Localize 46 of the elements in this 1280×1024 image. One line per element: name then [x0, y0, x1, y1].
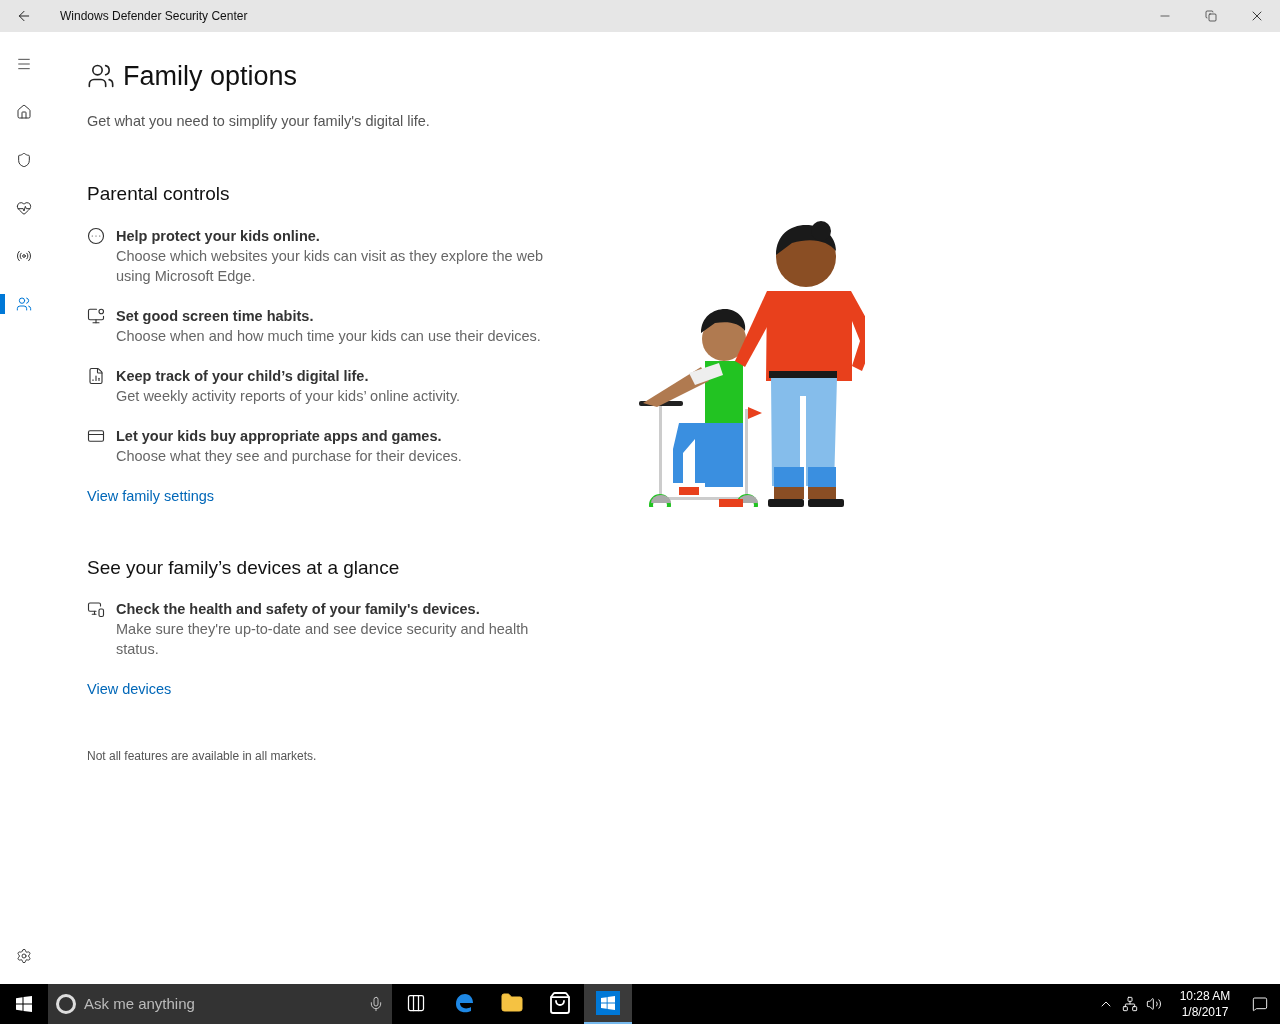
settings-icon[interactable]: [16, 948, 32, 964]
feature-description: Choose what they see and purchase for their devices.: [116, 446, 463, 466]
taskbar-app[interactable]: [584, 984, 632, 1024]
devices-icon: [87, 600, 105, 619]
feature-description: Get weekly activity reports of your kids’ online activity.: [116, 386, 462, 406]
shield-icon[interactable]: [16, 152, 32, 168]
page-title: Family options: [123, 60, 298, 93]
search-field[interactable]: Ask me anything: [84, 992, 360, 1016]
restore-icon[interactable]: [1205, 10, 1217, 22]
feature-title: Set good screen time habits.: [116, 306, 315, 326]
section-heading: See your family’s devices at a glance: [87, 555, 401, 580]
feature-title: Check the health and safety of your family's devices.: [116, 600, 481, 620]
feature-title: Help protect your kids online.: [116, 226, 321, 246]
menu-icon[interactable]: [16, 56, 32, 72]
volume-icon[interactable]: [1146, 996, 1162, 1012]
feature-title: Keep track of your child’s digital life.: [116, 366, 370, 386]
clock-date[interactable]: 1/8/2017: [1181, 1004, 1229, 1020]
folder-icon[interactable]: [500, 991, 524, 1015]
settings-link[interactable]: View devices: [87, 679, 172, 701]
report-icon: [87, 366, 105, 385]
store-icon[interactable]: [548, 991, 572, 1015]
footnote: Not all features are available in all markets.: [87, 748, 318, 766]
app-tile-icon[interactable]: [596, 991, 620, 1015]
feature-description: Choose which websites your kids can visit as they explore the web using Microsoft Edge.: [116, 246, 545, 286]
clock-time[interactable]: 10:28 AM: [1179, 988, 1231, 1004]
microphone-icon[interactable]: [368, 996, 384, 1012]
network-icon[interactable]: [1122, 996, 1138, 1012]
feature-title: Let your kids buy appropriate apps and games.: [116, 426, 443, 446]
start-button[interactable]: [16, 996, 32, 1012]
task-view-icon[interactable]: [406, 993, 426, 1013]
feature-description: Choose when and how much time your kids can use their devices.: [116, 326, 542, 346]
notifications-icon[interactable]: [1252, 996, 1268, 1012]
ellipsis-circle-icon: [87, 226, 105, 245]
screen-time-icon: [87, 306, 105, 325]
selection-indicator: [0, 294, 5, 314]
settings-link[interactable]: View family settings: [87, 485, 215, 508]
page-subtitle: Get what you need to simplify your family's digital life.: [87, 111, 431, 131]
family-icon[interactable]: [16, 296, 32, 312]
antenna-icon[interactable]: [16, 248, 32, 264]
home-icon[interactable]: [16, 104, 32, 120]
feature-description: Make sure they're up-to-date and see device security and health status.: [116, 620, 530, 660]
search-bar[interactable]: Ask me anything: [48, 984, 392, 1024]
back-arrow-icon[interactable]: [16, 8, 32, 24]
section-heading: Parental controls: [87, 182, 231, 207]
window-title: Windows Defender Security Center: [60, 8, 248, 24]
heart-pulse-icon[interactable]: [16, 200, 32, 216]
